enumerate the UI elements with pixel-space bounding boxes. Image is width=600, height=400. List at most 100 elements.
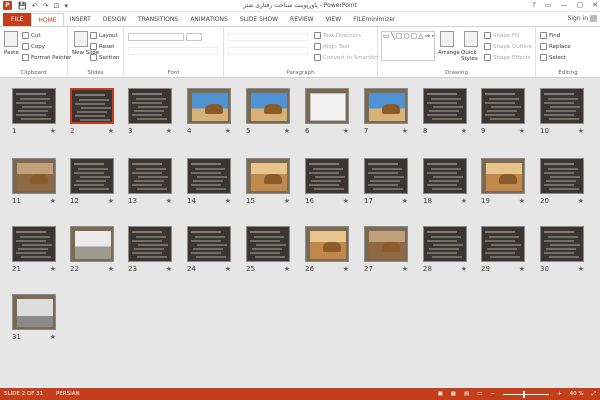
text-direction-button[interactable]: Text Direction [314,32,361,39]
select-button[interactable]: Select [540,54,566,61]
transition-star-icon[interactable]: ★ [402,197,408,205]
transition-star-icon[interactable]: ★ [578,197,584,205]
slide-thumbnail[interactable]: 19 ★ [481,158,527,205]
slide-preview[interactable] [423,158,467,194]
slideshow-view-icon[interactable]: ▭ [477,388,482,400]
tab-design[interactable]: DESIGN [97,13,132,26]
slide-preview[interactable] [364,88,408,124]
transition-star-icon[interactable]: ★ [343,127,349,135]
slide-thumbnail[interactable]: 22 ★ [70,226,116,273]
transition-star-icon[interactable]: ★ [166,127,172,135]
slide-preview[interactable] [305,158,349,194]
slide-preview[interactable] [187,226,231,262]
font-name-field[interactable] [128,33,184,41]
customize-qat-icon[interactable]: ▾ [64,2,68,10]
slide-thumbnail[interactable]: 8 ★ [423,88,469,135]
slide-thumbnail[interactable]: 30 ★ [540,226,586,273]
transition-star-icon[interactable]: ★ [578,127,584,135]
zoom-slider[interactable] [503,390,549,398]
transition-star-icon[interactable]: ★ [461,197,467,205]
slide-thumbnail[interactable]: 1 ★ [12,88,58,135]
tab-home[interactable]: HOME [31,13,64,26]
minimize-icon[interactable]: — [561,0,568,11]
transition-star-icon[interactable]: ★ [284,127,290,135]
slide-thumbnail[interactable]: 20 ★ [540,158,586,205]
transition-star-icon[interactable]: ★ [225,265,231,273]
slide-preview[interactable] [423,88,467,124]
zoom-slider-knob[interactable] [523,390,525,398]
transition-star-icon[interactable]: ★ [519,197,525,205]
transition-star-icon[interactable]: ★ [519,265,525,273]
tab-file[interactable]: FILE [3,13,32,26]
shape-effects-button[interactable]: Shape Effects [484,54,531,61]
tab-animations[interactable]: ANIMATIONS [184,13,234,26]
save-icon[interactable]: 💾 [18,2,27,10]
zoom-out-icon[interactable]: − [490,388,495,400]
slide-preview[interactable] [70,226,114,262]
slide-thumbnail[interactable]: 2 ★ [70,88,116,135]
slide-preview[interactable] [364,226,408,262]
undo-icon[interactable]: ↶ [32,2,38,10]
slide-thumbnail[interactable]: 26 ★ [305,226,351,273]
tab-slide-show[interactable]: SLIDE SHOW [234,13,284,26]
slide-preview[interactable] [12,88,56,124]
transition-star-icon[interactable]: ★ [50,265,56,273]
slide-thumbnail[interactable]: 14 ★ [187,158,233,205]
slide-thumbnail[interactable]: 10 ★ [540,88,586,135]
slide-preview[interactable] [481,226,525,262]
language-indicator[interactable]: PERSIAN [56,388,80,400]
tab-fileminimizer[interactable]: FILEminimizer [347,13,401,26]
cut-button[interactable]: Cut [22,32,40,39]
slide-preview[interactable] [187,88,231,124]
transition-star-icon[interactable]: ★ [402,265,408,273]
transition-star-icon[interactable]: ★ [108,127,114,135]
zoom-in-icon[interactable]: + [557,388,562,400]
close-icon[interactable]: ✕ [592,0,598,11]
sign-in-link[interactable]: Sign in [568,15,588,22]
slide-thumbnail[interactable]: 7 ★ [364,88,410,135]
slide-thumbnail[interactable]: 24 ★ [187,226,233,273]
slide-preview[interactable] [305,88,349,124]
slide-thumbnail[interactable]: 11 ★ [12,158,58,205]
help-icon[interactable]: ? [532,0,536,11]
transition-star-icon[interactable]: ★ [578,265,584,273]
reset-button[interactable]: Reset [90,43,114,50]
slide-thumbnail[interactable]: 27 ★ [364,226,410,273]
tab-review[interactable]: REVIEW [284,13,320,26]
slide-thumbnail[interactable]: 13 ★ [128,158,174,205]
slide-preview[interactable] [12,158,56,194]
slide-thumbnail[interactable]: 16 ★ [305,158,351,205]
transition-star-icon[interactable]: ★ [108,197,114,205]
maximize-icon[interactable]: ▢ [577,0,584,11]
copy-button[interactable]: Copy [22,43,45,50]
slide-preview[interactable] [70,88,114,124]
slide-preview[interactable] [540,158,584,194]
slide-preview[interactable] [246,226,290,262]
list-buttons[interactable] [228,33,308,41]
transition-star-icon[interactable]: ★ [166,197,172,205]
avatar[interactable] [590,15,597,22]
slide-thumbnail[interactable]: 18 ★ [423,158,469,205]
slide-preview[interactable] [70,158,114,194]
transition-star-icon[interactable]: ★ [461,127,467,135]
transition-star-icon[interactable]: ★ [108,265,114,273]
transition-star-icon[interactable]: ★ [343,197,349,205]
slide-thumbnail[interactable]: 12 ★ [70,158,116,205]
slide-thumbnail[interactable]: 23 ★ [128,226,174,273]
zoom-level[interactable]: 40 % [570,388,584,400]
slide-preview[interactable] [128,158,172,194]
slide-sorter-view-icon[interactable]: ▦ [451,388,456,400]
alignment-buttons[interactable] [228,47,308,55]
tab-transitions[interactable]: TRANSITIONS [132,13,184,26]
slide-preview[interactable] [128,88,172,124]
quick-styles-button[interactable]: Quick Styles [461,50,481,62]
slide-thumbnail[interactable]: 4 ★ [187,88,233,135]
replace-button[interactable]: Replace [540,43,571,50]
transition-star-icon[interactable]: ★ [50,333,56,341]
slide-preview[interactable] [187,158,231,194]
transition-star-icon[interactable]: ★ [402,127,408,135]
slide-thumbnail[interactable]: 9 ★ [481,88,527,135]
section-button[interactable]: Section [90,54,119,61]
transition-star-icon[interactable]: ★ [50,127,56,135]
fit-to-window-icon[interactable]: ⤢ [592,388,596,400]
